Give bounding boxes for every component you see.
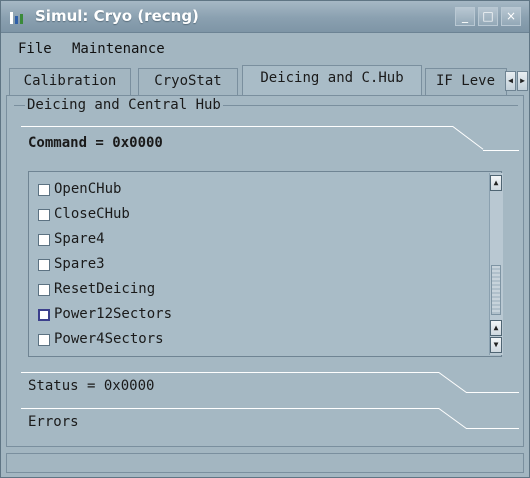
menu-maintenance[interactable]: Maintenance: [72, 41, 165, 57]
minimize-button[interactable]: _: [455, 7, 475, 26]
tab-scroll-left-button[interactable]: ◀: [505, 71, 516, 91]
status-divider-end: [466, 392, 519, 393]
title-bar[interactable]: Simul: Cryo (recng) _ □ ×: [1, 1, 529, 33]
tab-calibration[interactable]: Calibration: [9, 68, 131, 95]
window-title: Simul: Cryo (recng): [35, 7, 199, 25]
item-label: Spare3: [54, 256, 105, 272]
checkbox-resetdeicing[interactable]: [38, 284, 50, 296]
maximize-button[interactable]: □: [478, 7, 498, 26]
close-button[interactable]: ×: [501, 7, 521, 26]
status-label: Status = 0x0000: [28, 378, 155, 394]
tab-cryostat[interactable]: CryoStat: [138, 68, 238, 95]
scroll-up-button-secondary[interactable]: ▲: [490, 320, 502, 336]
tab-if-levels[interactable]: IF Leve: [425, 68, 507, 95]
command-divider: [21, 126, 453, 127]
tab-strip: Calibration CryoStat Deicing and C.Hub I…: [1, 65, 529, 95]
checkbox-power4sectors[interactable]: [38, 334, 50, 346]
command-bits-list[interactable]: OpenCHub CloseCHub Spare4 Spare3 ResetDe…: [28, 171, 502, 357]
errors-label: Errors: [28, 414, 79, 430]
menu-bar: File Maintenance: [1, 33, 529, 63]
checkbox-spare4[interactable]: [38, 234, 50, 246]
item-label: Power4Sectors: [54, 331, 164, 347]
app-icon: [10, 12, 23, 24]
status-divider: [21, 372, 439, 373]
errors-divider: [21, 408, 439, 409]
checkbox-power12sectors[interactable]: [38, 309, 50, 321]
item-label: Power12Sectors: [54, 306, 173, 322]
tab-scroll-right-button[interactable]: ▶: [517, 71, 528, 91]
command-label: Command = 0x0000: [28, 135, 163, 151]
checkbox-openchub[interactable]: [38, 184, 50, 196]
command-divider-end: [483, 150, 519, 151]
scroll-down-button[interactable]: ▼: [490, 337, 502, 353]
item-label: Spare4: [54, 231, 105, 247]
checkbox-closechub[interactable]: [38, 209, 50, 221]
scroll-thumb[interactable]: [491, 265, 501, 315]
scroll-up-button[interactable]: ▲: [490, 175, 502, 191]
item-label: OpenCHub: [54, 181, 122, 197]
menu-file[interactable]: File: [18, 41, 52, 57]
item-label: CloseCHub: [54, 206, 130, 222]
app-window: Simul: Cryo (recng) _ □ × File Maintenan…: [0, 0, 530, 478]
errors-divider-end: [466, 428, 519, 429]
group-legend: Deicing and Central Hub: [25, 97, 223, 113]
list-scrollbar[interactable]: ▲ ▲ ▼: [489, 173, 503, 355]
status-bar: [6, 453, 524, 473]
checkbox-spare3[interactable]: [38, 259, 50, 271]
tab-deicing[interactable]: Deicing and C.Hub: [242, 65, 422, 95]
item-label: ResetDeicing: [54, 281, 156, 297]
